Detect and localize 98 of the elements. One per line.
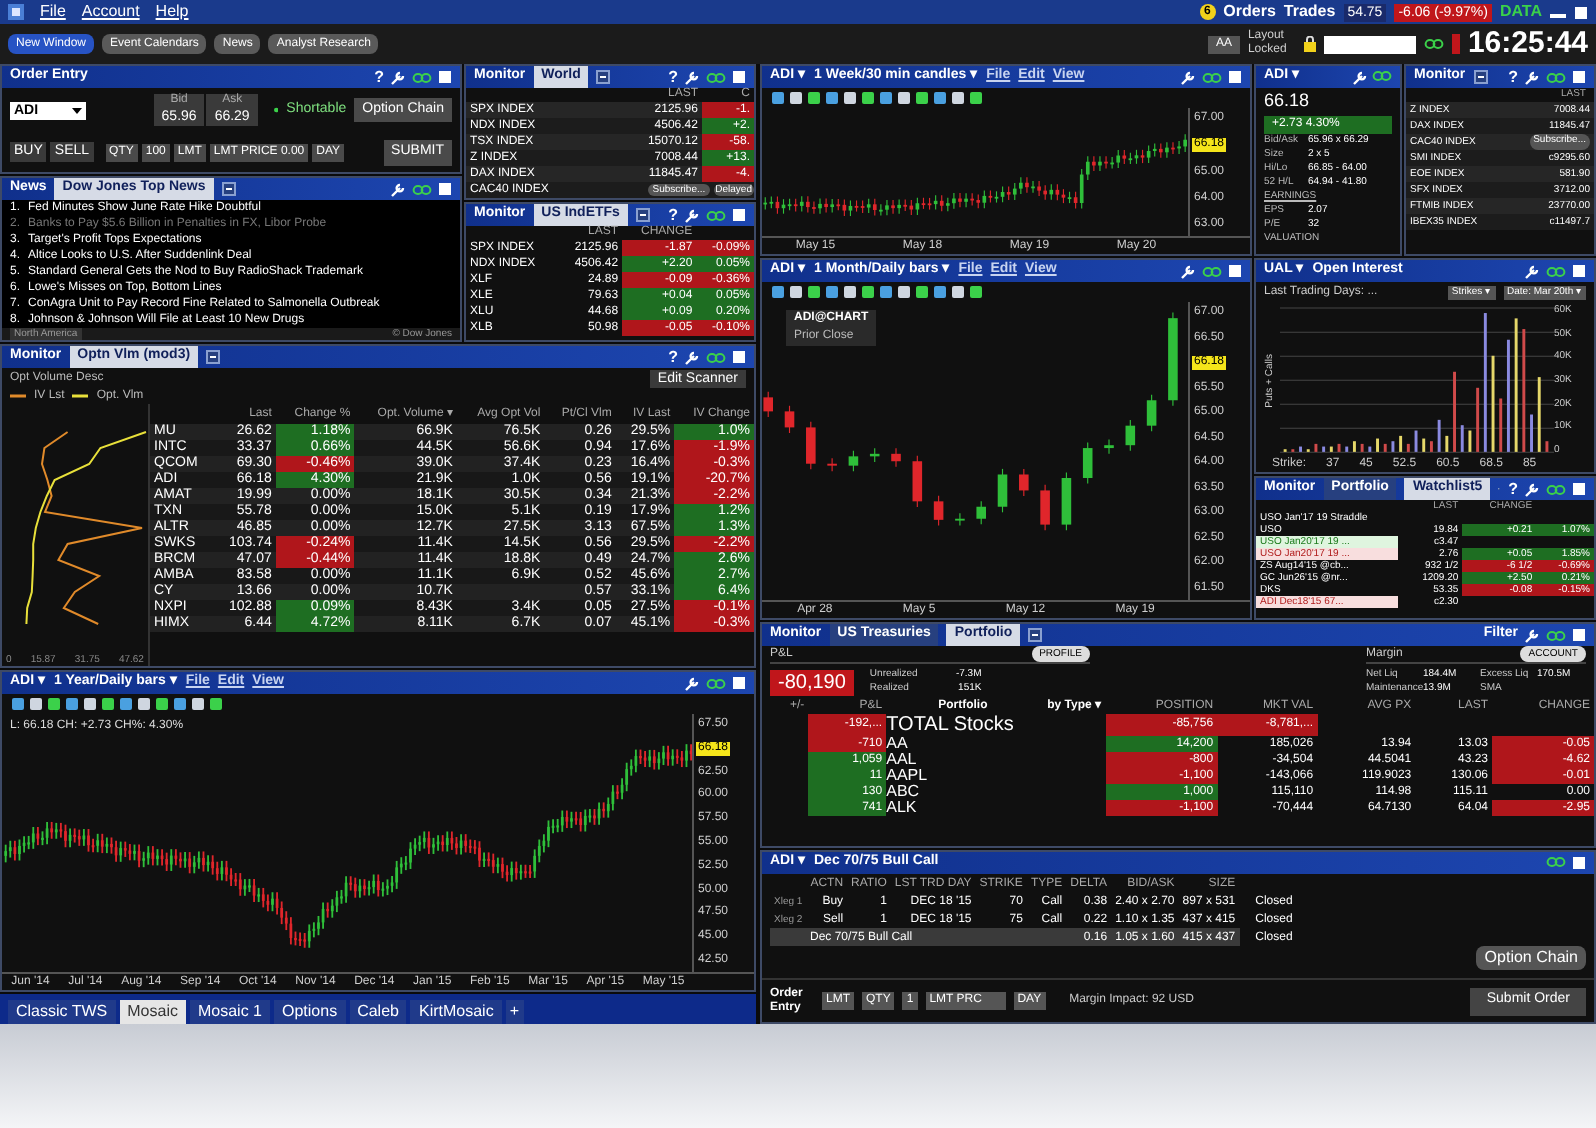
legend-line-icon bbox=[10, 392, 26, 400]
candle bbox=[912, 455, 923, 508]
candle bbox=[848, 450, 859, 472]
candle bbox=[1061, 471, 1072, 531]
link-icon[interactable] bbox=[1202, 71, 1222, 83]
candle bbox=[997, 468, 1008, 513]
maximize-icon[interactable] bbox=[1228, 70, 1242, 84]
candle bbox=[1104, 438, 1114, 455]
table-cell-text: AAPL bbox=[886, 768, 930, 784]
link-icon[interactable] bbox=[706, 209, 726, 221]
data-status: DATA bbox=[1499, 2, 1542, 22]
help-button[interactable]: ? bbox=[374, 66, 384, 89]
add-tab-button[interactable]: + bbox=[505, 1000, 523, 1024]
clock-time: 16:25:44 bbox=[1467, 26, 1588, 62]
candle bbox=[1040, 484, 1050, 531]
maximize-icon[interactable] bbox=[1572, 482, 1586, 496]
maximize-icon[interactable] bbox=[1572, 856, 1586, 870]
workspace-tab[interactable]: Mosaic bbox=[119, 1000, 186, 1024]
workspace-tab[interactable]: Mosaic 1 bbox=[189, 1000, 270, 1024]
link-icon[interactable] bbox=[1546, 629, 1566, 641]
help-button[interactable]: ? bbox=[1508, 66, 1518, 89]
link-icon[interactable] bbox=[706, 71, 726, 83]
link-icon[interactable] bbox=[706, 677, 726, 689]
candle bbox=[784, 405, 795, 434]
workspace-tab[interactable]: Options bbox=[274, 1000, 346, 1024]
menu-item[interactable]: Help bbox=[155, 2, 189, 22]
link-icon[interactable] bbox=[1546, 483, 1566, 495]
pnl-total: -80,190 bbox=[770, 669, 854, 695]
link-icon[interactable] bbox=[1423, 38, 1444, 50]
link-icon[interactable] bbox=[1546, 265, 1566, 277]
link-icon[interactable] bbox=[706, 351, 726, 363]
maximize-icon[interactable] bbox=[1574, 5, 1588, 19]
table-cell-text: TOTAL Stocks bbox=[886, 714, 1016, 736]
wrench-icon[interactable] bbox=[684, 207, 700, 223]
wrench-icon[interactable] bbox=[684, 349, 700, 365]
maximize-icon[interactable] bbox=[1572, 628, 1586, 642]
candle bbox=[827, 457, 837, 472]
wrench-icon[interactable] bbox=[1180, 69, 1196, 85]
maximize-icon[interactable] bbox=[438, 70, 452, 84]
wrench-icon[interactable] bbox=[390, 181, 406, 197]
help-button[interactable]: ? bbox=[668, 204, 678, 227]
legend-line-icon bbox=[72, 392, 89, 400]
candle bbox=[891, 447, 901, 468]
table-cell-text: ABC bbox=[886, 784, 922, 800]
link-icon[interactable] bbox=[1546, 856, 1566, 868]
maximize-icon[interactable] bbox=[1572, 70, 1586, 84]
wrench-icon[interactable] bbox=[684, 675, 700, 691]
candle bbox=[955, 512, 965, 527]
search-field[interactable] bbox=[1323, 35, 1416, 53]
lock-icon bbox=[1303, 36, 1316, 52]
menu-item[interactable]: Account bbox=[81, 2, 140, 22]
wrench-icon[interactable] bbox=[1524, 69, 1540, 85]
wrench-icon[interactable] bbox=[684, 69, 700, 85]
maximize-icon[interactable] bbox=[732, 208, 746, 222]
workspace-tab[interactable]: KirtMosaic bbox=[410, 1000, 502, 1024]
candle bbox=[933, 495, 944, 527]
table-cell-text: AAL bbox=[886, 752, 919, 768]
help-button[interactable]: ? bbox=[668, 346, 678, 369]
candle bbox=[1082, 441, 1093, 485]
link-icon[interactable] bbox=[412, 71, 432, 83]
maximize-icon[interactable] bbox=[438, 182, 452, 196]
candle bbox=[1146, 394, 1157, 432]
link-icon[interactable] bbox=[1202, 265, 1222, 277]
caret-icon bbox=[71, 107, 82, 113]
workspace-tab[interactable]: Caleb bbox=[349, 1000, 407, 1024]
candle bbox=[869, 447, 880, 463]
candle bbox=[763, 391, 773, 418]
orders-button[interactable]: Orders bbox=[1223, 2, 1276, 22]
wrench-icon[interactable] bbox=[390, 69, 406, 85]
wrench-icon[interactable] bbox=[1524, 481, 1540, 497]
wrench-icon[interactable] bbox=[1524, 627, 1540, 643]
maximize-icon[interactable] bbox=[732, 350, 746, 364]
workspace-tab[interactable]: Classic TWS bbox=[8, 1000, 116, 1024]
candle bbox=[1019, 468, 1029, 497]
candle bbox=[1168, 311, 1178, 407]
wrench-icon[interactable] bbox=[1352, 69, 1368, 85]
candle bbox=[976, 500, 986, 525]
trades-button[interactable]: Trades bbox=[1283, 2, 1336, 22]
maximize-icon[interactable] bbox=[732, 70, 746, 84]
candle bbox=[1125, 419, 1136, 452]
link-icon[interactable] bbox=[1546, 71, 1566, 83]
maximize-icon[interactable] bbox=[732, 676, 746, 690]
wrench-icon[interactable] bbox=[1180, 263, 1196, 279]
maximize-icon[interactable] bbox=[1228, 264, 1242, 278]
app-logo-icon bbox=[8, 4, 24, 20]
link-icon[interactable] bbox=[1372, 69, 1392, 81]
last-price: 66.18 bbox=[1262, 88, 1312, 114]
option-chain-button[interactable]: Option Chain bbox=[1476, 946, 1586, 970]
menu-item[interactable]: File bbox=[40, 2, 66, 22]
maximize-icon[interactable] bbox=[1572, 264, 1586, 278]
wrench-icon[interactable] bbox=[1524, 263, 1540, 279]
help-button[interactable]: ? bbox=[1508, 478, 1518, 501]
table-cell-text: ALK bbox=[886, 800, 919, 816]
candle bbox=[806, 421, 816, 470]
link-icon[interactable] bbox=[412, 183, 432, 195]
table-cell-text: AA bbox=[886, 736, 910, 752]
status-dot-icon bbox=[273, 106, 279, 114]
help-button[interactable]: ? bbox=[668, 66, 678, 89]
